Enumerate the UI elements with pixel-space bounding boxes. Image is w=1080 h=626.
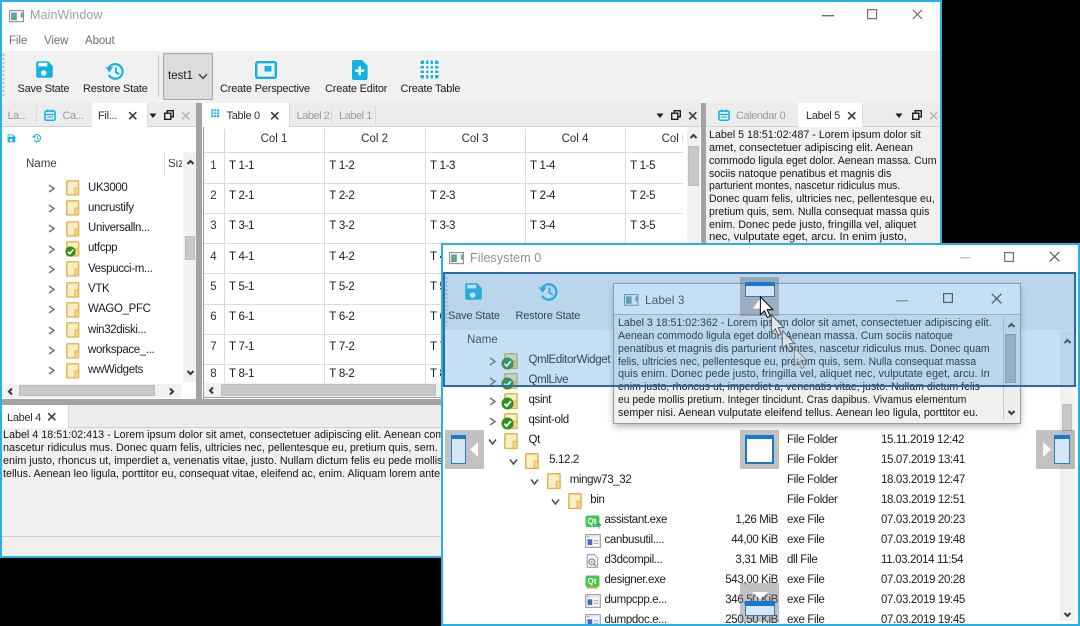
svg-text:Qt: Qt: [588, 577, 597, 586]
svg-text:?: ?: [597, 523, 601, 530]
svg-text:Qt: Qt: [588, 517, 597, 526]
